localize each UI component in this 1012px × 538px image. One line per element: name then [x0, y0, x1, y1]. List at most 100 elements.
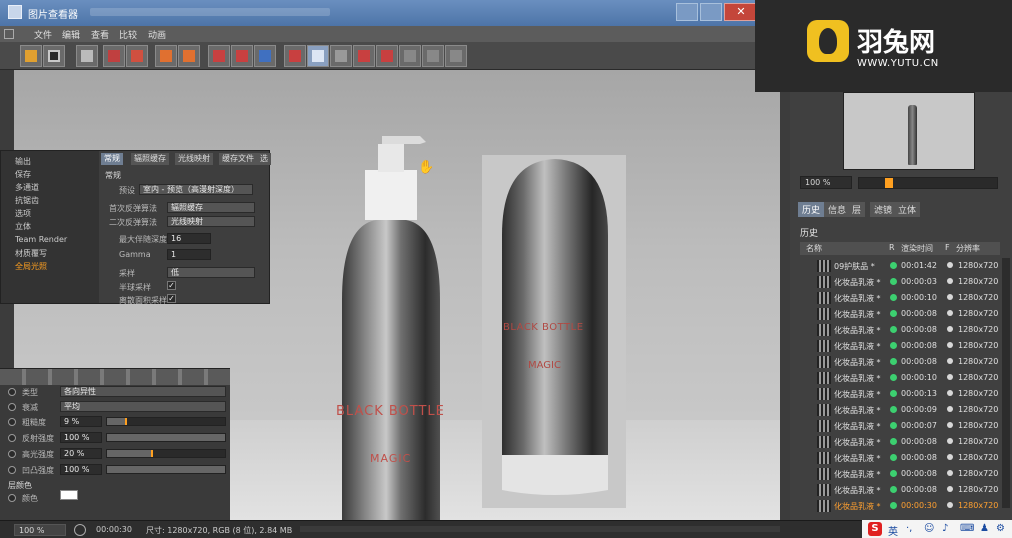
atten-dropdown[interactable]: 平均 — [60, 401, 226, 412]
title-bar[interactable]: 图片查看器 ✕ — [0, 0, 760, 26]
sidebar-item-material-override[interactable]: 材质覆写 — [15, 248, 47, 259]
navigator-zoom-value[interactable]: 100 % — [800, 176, 852, 189]
user-icon[interactable]: ♟ — [980, 523, 989, 534]
primary-method-dropdown[interactable]: 辐照缓存 — [167, 202, 255, 213]
roughness-radio[interactable] — [8, 418, 16, 426]
split-button[interactable] — [422, 45, 444, 67]
history-row[interactable]: 化妆品乳液 * 00:00:08 1280x720 — [800, 482, 1000, 498]
bump-slider[interactable] — [106, 465, 226, 474]
history-row[interactable]: 化妆品乳液 * 00:00:08 1280x720 — [800, 450, 1000, 466]
tab-cache-file[interactable]: 缓存文件 — [219, 153, 257, 165]
menu-animation[interactable]: 动画 — [148, 28, 166, 41]
sidebar-item-team-render[interactable]: Team Render — [15, 235, 67, 244]
close-button[interactable]: ✕ — [724, 3, 758, 21]
specular-input[interactable]: 20 % — [60, 448, 102, 459]
history-row[interactable]: 化妆品乳液 * 00:00:08 1280x720 — [800, 434, 1000, 450]
minimize-button[interactable] — [676, 3, 698, 21]
preset-dropdown[interactable]: 室内 - 预览（高漫射深度） — [139, 184, 253, 195]
keyboard-icon[interactable]: ⌨ — [960, 523, 974, 534]
open-button[interactable] — [20, 45, 42, 67]
sidebar-item-stereo[interactable]: 立体 — [15, 221, 31, 232]
reflect-radio[interactable] — [8, 434, 16, 442]
ime-lang[interactable]: 英 — [888, 523, 898, 538]
col-r[interactable]: R — [889, 243, 895, 252]
settings-icon[interactable]: ⚙ — [996, 523, 1005, 534]
image-info-button[interactable] — [231, 45, 253, 67]
history-row[interactable]: 化妆品乳液 * 00:00:13 1280x720 — [800, 386, 1000, 402]
discrete-sampling-checkbox[interactable]: ✓ — [167, 294, 176, 303]
gamma-input[interactable]: 1 — [167, 249, 211, 260]
set-b-button[interactable] — [376, 45, 398, 67]
tab-filters[interactable]: 滤镜 — [870, 202, 897, 217]
reflect-slider[interactable] — [106, 433, 226, 442]
sidebar-item-save[interactable]: 保存 — [15, 169, 31, 180]
type-dropdown[interactable]: 各向异性 — [60, 386, 226, 397]
specular-slider[interactable] — [106, 449, 226, 458]
sample-dropdown[interactable]: 低 — [167, 267, 255, 278]
history-row[interactable]: 化妆品乳液 * 00:00:03 1280x720 — [800, 274, 1000, 290]
sidebar-item-multipass[interactable]: 多通道 — [15, 182, 39, 193]
tab-more[interactable]: 选 — [257, 153, 271, 165]
roughness-slider[interactable] — [106, 417, 226, 426]
stereo-button[interactable] — [307, 45, 329, 67]
menu-view[interactable]: 查看 — [91, 28, 109, 41]
history-row[interactable]: 化妆品乳液 * 00:00:08 1280x720 — [800, 322, 1000, 338]
history-row[interactable]: 化妆品乳液 * 00:00:08 1280x720 — [800, 306, 1000, 322]
col-f[interactable]: F — [945, 243, 950, 252]
paste-button[interactable] — [178, 45, 200, 67]
navigator-zoom-handle[interactable] — [885, 178, 893, 188]
specular-radio[interactable] — [8, 450, 16, 458]
tab-general[interactable]: 常规 — [101, 153, 123, 165]
play-icon[interactable] — [74, 524, 86, 536]
ab-button[interactable] — [330, 45, 352, 67]
tab-history[interactable]: 历史 — [798, 202, 825, 217]
emoji-icon[interactable]: ☺ — [924, 523, 934, 534]
timeline-track[interactable] — [300, 526, 780, 532]
col-res[interactable]: 分辨率 — [956, 243, 980, 254]
copy-button[interactable] — [155, 45, 177, 67]
col-time[interactable]: 渲染时间 — [901, 243, 933, 254]
compare-button[interactable] — [284, 45, 306, 67]
bump-input[interactable]: 100 % — [60, 464, 102, 475]
history-row[interactable]: 化妆品乳液 * 00:00:08 1280x720 — [800, 466, 1000, 482]
team-button[interactable] — [254, 45, 276, 67]
tab-info[interactable]: 信息 — [824, 202, 851, 217]
grid-button[interactable] — [445, 45, 467, 67]
sidebar-item-antialias[interactable]: 抗锯齿 — [15, 195, 39, 206]
max-depth-input[interactable]: 16 — [167, 233, 211, 244]
save-button[interactable] — [43, 45, 65, 67]
menu-compare[interactable]: 比较 — [119, 28, 137, 41]
menu-edit[interactable]: 编辑 — [62, 28, 80, 41]
tab-stereo[interactable]: 立体 — [894, 202, 921, 217]
render-region-button[interactable] — [126, 45, 148, 67]
maximize-button[interactable] — [700, 3, 722, 21]
tab-light-mapping[interactable]: 光线映射 — [175, 153, 213, 165]
reflect-input[interactable]: 100 % — [60, 432, 102, 443]
color-radio[interactable] — [8, 494, 16, 502]
navigator-thumbnail[interactable] — [843, 92, 975, 170]
ime-punct-icon[interactable]: ·, — [906, 523, 912, 534]
set-a-button[interactable] — [353, 45, 375, 67]
color-swatch[interactable] — [60, 490, 78, 500]
sidebar-item-output[interactable]: 输出 — [15, 156, 31, 167]
sidebar-item-global-illumination[interactable]: 全局光照 — [15, 261, 47, 272]
image-button[interactable] — [208, 45, 230, 67]
tab-layers[interactable]: 层 — [848, 202, 866, 217]
hemi-sampling-checkbox[interactable]: ✓ — [167, 281, 176, 290]
history-row[interactable]: 化妆品乳液 * 00:00:09 1280x720 — [800, 402, 1000, 418]
mic-icon[interactable]: ♪ — [942, 523, 948, 534]
history-row[interactable]: 化妆品乳液 * 00:00:07 1280x720 — [800, 418, 1000, 434]
history-row[interactable]: 09护肤品 * 00:01:42 1280x720 — [800, 258, 1000, 274]
history-row[interactable]: 化妆品乳液 * 00:00:08 1280x720 — [800, 354, 1000, 370]
sogou-icon[interactable]: S — [868, 522, 882, 536]
history-row[interactable]: 化妆品乳液 * 00:00:10 1280x720 — [800, 290, 1000, 306]
filter-button[interactable] — [76, 45, 98, 67]
bump-radio[interactable] — [8, 466, 16, 474]
col-name[interactable]: 名称 — [806, 243, 822, 254]
status-zoom-field[interactable]: 100 % — [14, 524, 66, 536]
history-row[interactable]: 化妆品乳液 * 00:00:30 1280x720 — [800, 498, 1000, 514]
navigator-zoom-slider[interactable] — [858, 177, 998, 189]
sidebar-item-options[interactable]: 选项 — [15, 208, 31, 219]
render-button[interactable] — [103, 45, 125, 67]
history-row[interactable]: 化妆品乳液 * 00:00:08 1280x720 — [800, 338, 1000, 354]
